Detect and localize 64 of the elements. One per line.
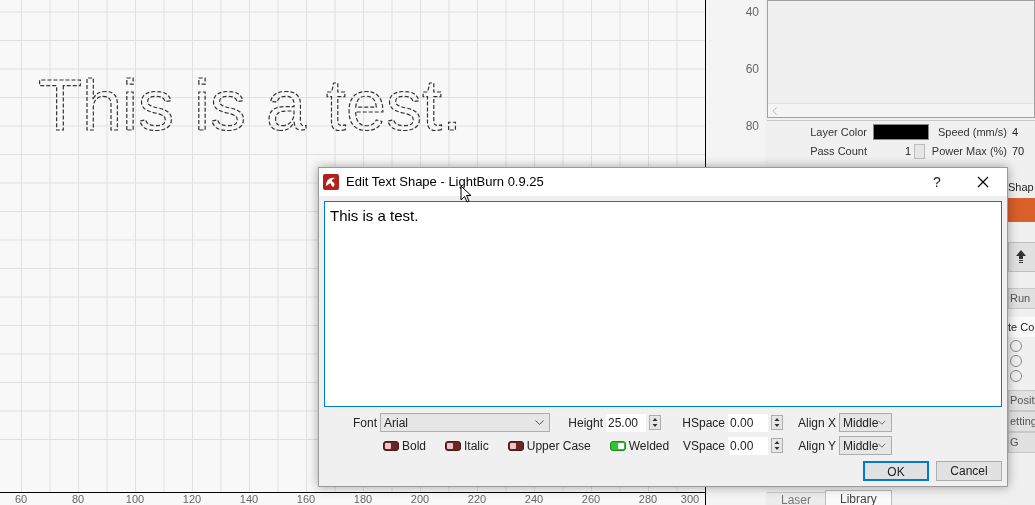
color-swatch[interactable] (873, 124, 929, 140)
toggle-label: Bold (402, 437, 427, 455)
panel-label: Shap (1008, 180, 1034, 195)
ruler-label: 80 (71, 494, 85, 505)
number-field[interactable]: 0.00 (728, 413, 768, 432)
ruler-label: 60 (745, 63, 759, 75)
text-input[interactable]: This is a test. (324, 201, 1002, 407)
field-value: 70 (1012, 143, 1025, 159)
font-dropdown[interactable]: Arial (380, 413, 550, 432)
up-arrow-icon (1016, 250, 1026, 264)
spin-field[interactable]: 1 (873, 142, 913, 160)
ruler-label: 220 (467, 494, 487, 505)
field-label: Font (352, 414, 378, 432)
field-label: Align Y (797, 437, 837, 455)
ruler-label: 60 (14, 494, 28, 505)
field-label: Align X (796, 414, 837, 432)
app-logo-icon (323, 174, 339, 190)
spinner-arrows-icon[interactable] (771, 438, 783, 453)
spinner-arrows-icon[interactable] (771, 415, 783, 430)
ruler-label: 160 (296, 494, 316, 505)
field-value: 4 (1012, 124, 1019, 140)
panel-button[interactable]: Run (1008, 288, 1035, 309)
toggle-switch[interactable] (445, 440, 462, 451)
number-field[interactable]: 25.00 (606, 413, 646, 432)
chevron-down-icon (535, 420, 544, 425)
dropdown[interactable]: Middle (839, 436, 892, 455)
toggle-label: Upper Case (526, 437, 591, 455)
ruler-label: 300 (680, 494, 700, 505)
ruler-label: 100 (125, 494, 145, 505)
field-label: Layer Color (809, 124, 867, 140)
ruler-label: 120 (182, 494, 202, 505)
toggle-label: Welded (628, 437, 670, 455)
chevron-down-icon (878, 420, 886, 425)
ruler-label: 80 (745, 120, 759, 132)
dialog-button[interactable]: OK (863, 461, 929, 481)
ruler-label: 260 (581, 494, 601, 505)
dialog-button[interactable]: Cancel (936, 461, 1002, 481)
field-label: Speed (mm/s) (936, 124, 1007, 140)
toggle-switch[interactable] (609, 440, 626, 451)
field-label: HSpace (681, 414, 726, 432)
panel-button[interactable]: G (1008, 432, 1035, 453)
field-label: Power Max (%) (931, 143, 1007, 159)
toggle-switch[interactable] (383, 440, 399, 451)
toggle-label: Italic (464, 437, 489, 455)
panel-tab[interactable]: Library (825, 490, 892, 505)
ruler-label: 200 (410, 494, 430, 505)
chevron-down-icon (878, 443, 886, 448)
ruler-label: 40 (745, 6, 759, 18)
ruler-label: 180 (353, 494, 373, 505)
spinner-arrows-icon[interactable] (649, 415, 661, 430)
toggle-switch[interactable] (507, 440, 524, 451)
field-label: Height (567, 414, 604, 432)
close-icon (977, 176, 989, 188)
number-field[interactable]: 0.00 (728, 436, 768, 455)
help-button[interactable]: ? (914, 168, 960, 196)
field-label: Pass Count (809, 143, 867, 159)
ruler-label: 140 (239, 494, 259, 505)
canvas-text: This is a test. (38, 65, 463, 145)
ruler-label: 280 (638, 494, 658, 505)
section-header: te Co (1008, 317, 1035, 337)
ruler-label: 240 (524, 494, 544, 505)
panel-tab[interactable]: Laser (767, 492, 826, 505)
window-title: Edit Text Shape - LightBurn 0.9.25 (346, 173, 544, 192)
dropdown[interactable]: Middle (839, 413, 892, 432)
